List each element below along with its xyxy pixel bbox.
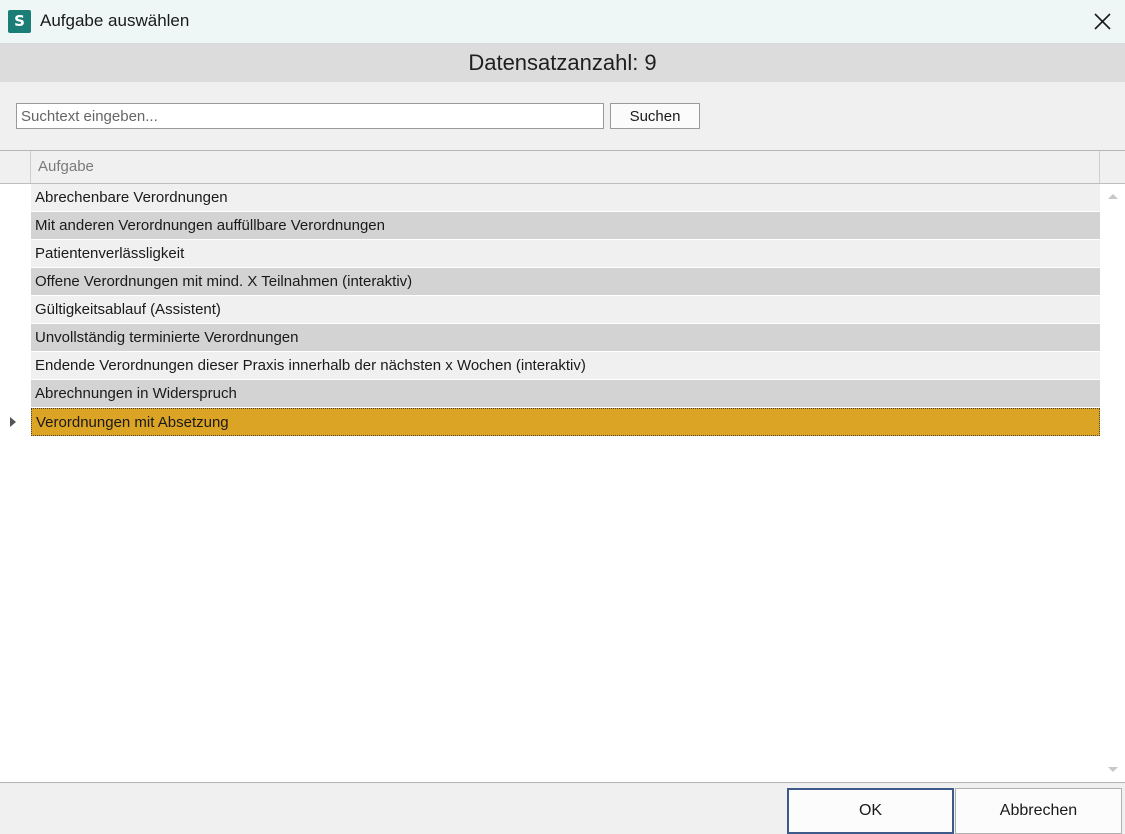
task-cell[interactable]: Abrechenbare Verordnungen bbox=[31, 184, 1100, 212]
column-header-aufgabe[interactable]: Aufgabe bbox=[31, 151, 1100, 183]
app-icon: S bbox=[8, 10, 31, 33]
table-row[interactable]: Abrechenbare Verordnungen bbox=[0, 184, 1100, 212]
close-button[interactable] bbox=[1079, 0, 1125, 44]
task-cell[interactable]: Mit anderen Verordnungen auffüllbare Ver… bbox=[31, 212, 1100, 240]
window-title: Aufgabe auswählen bbox=[40, 11, 190, 30]
search-input[interactable] bbox=[16, 103, 604, 129]
table-row[interactable]: Patientenverlässligkeit bbox=[0, 240, 1100, 268]
task-cell[interactable]: Verordnungen mit Absetzung bbox=[31, 408, 1100, 436]
row-indicator bbox=[0, 240, 31, 268]
row-indicator bbox=[0, 212, 31, 240]
row-indicator-header bbox=[0, 151, 31, 183]
table-row[interactable]: Gültigkeitsablauf (Assistent) bbox=[0, 296, 1100, 324]
row-indicator bbox=[0, 380, 31, 408]
grid-header: Aufgabe bbox=[0, 151, 1125, 184]
scroll-up-arrow-icon bbox=[1108, 194, 1118, 199]
row-indicator bbox=[0, 408, 31, 436]
task-cell[interactable]: Unvollständig terminierte Verordnungen bbox=[31, 324, 1100, 352]
dialog-footer: OK Abbrechen bbox=[0, 782, 1125, 834]
task-cell[interactable]: Patientenverlässligkeit bbox=[31, 240, 1100, 268]
table-row[interactable]: Mit anderen Verordnungen auffüllbare Ver… bbox=[0, 212, 1100, 240]
title-bar: S Aufgabe auswählen bbox=[0, 0, 1125, 44]
grid-rows: Abrechenbare Verordnungen Mit anderen Ve… bbox=[0, 184, 1100, 436]
table-row[interactable]: Endende Verordnungen dieser Praxis inner… bbox=[0, 352, 1100, 380]
vertical-scrollbar[interactable] bbox=[1100, 184, 1125, 783]
table-row-selected[interactable]: Verordnungen mit Absetzung bbox=[0, 408, 1100, 436]
row-indicator bbox=[0, 184, 31, 212]
record-count: Datensatzanzahl: 9 bbox=[0, 44, 1125, 82]
cancel-button[interactable]: Abbrechen bbox=[955, 788, 1122, 834]
row-indicator bbox=[0, 324, 31, 352]
current-row-arrow-icon bbox=[10, 417, 16, 427]
ok-button[interactable]: OK bbox=[787, 788, 954, 834]
row-indicator bbox=[0, 296, 31, 324]
task-cell[interactable]: Offene Verordnungen mit mind. X Teilnahm… bbox=[31, 268, 1100, 296]
scroll-down-button[interactable] bbox=[1102, 758, 1124, 780]
scroll-up-button[interactable] bbox=[1102, 186, 1124, 208]
table-row[interactable]: Offene Verordnungen mit mind. X Teilnahm… bbox=[0, 268, 1100, 296]
task-cell[interactable]: Abrechnungen in Widerspruch bbox=[31, 380, 1100, 408]
close-icon bbox=[1094, 13, 1111, 30]
table-row[interactable]: Abrechnungen in Widerspruch bbox=[0, 380, 1100, 408]
task-cell[interactable]: Endende Verordnungen dieser Praxis inner… bbox=[31, 352, 1100, 380]
row-indicator bbox=[0, 352, 31, 380]
scroll-down-arrow-icon bbox=[1108, 767, 1118, 772]
task-cell[interactable]: Gültigkeitsablauf (Assistent) bbox=[31, 296, 1100, 324]
table-row[interactable]: Unvollständig terminierte Verordnungen bbox=[0, 324, 1100, 352]
search-button[interactable]: Suchen bbox=[610, 103, 700, 129]
row-indicator bbox=[0, 268, 31, 296]
task-grid: Aufgabe Abrechenbare Verordnungen Mit an… bbox=[0, 150, 1125, 783]
